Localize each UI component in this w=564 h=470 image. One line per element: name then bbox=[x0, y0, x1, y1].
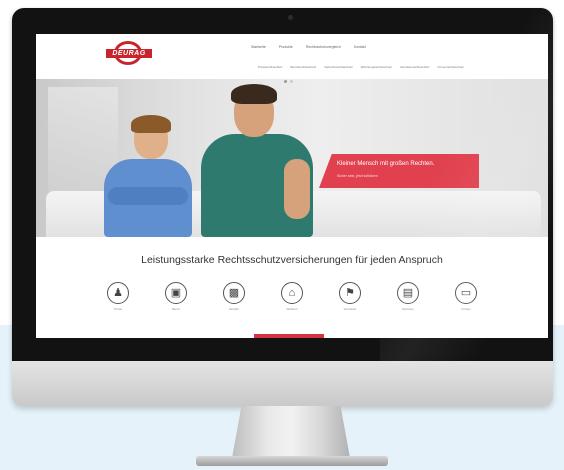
product-label: Wohnen bbox=[286, 307, 298, 311]
product-item-firmen[interactable]: ▭ Firmen bbox=[451, 282, 481, 311]
product-item-beruf[interactable]: ▣ Beruf bbox=[161, 282, 191, 311]
slider-dot[interactable] bbox=[290, 80, 293, 83]
logo-text: DEURAG bbox=[106, 49, 152, 58]
hero-man-hair bbox=[231, 84, 277, 104]
product-item-senioren[interactable]: ▤ Senioren bbox=[393, 282, 423, 311]
primary-nav: Startseite Produkte Rechtsschutzvergleic… bbox=[251, 45, 366, 49]
nav-item[interactable]: Produkte bbox=[279, 45, 293, 49]
product-label: Verkehr bbox=[228, 307, 240, 311]
deurag-logo[interactable]: DEURAG bbox=[106, 41, 152, 65]
product-item-vermieter[interactable]: ⚑ Vermieter bbox=[335, 282, 365, 311]
nav-item[interactable]: Rechtsschutzvergleich bbox=[306, 45, 341, 49]
promo-title: Kleiner Mensch mit großen Rechten. bbox=[337, 161, 435, 167]
product-item-verkehr[interactable]: ▩ Verkehr bbox=[219, 282, 249, 311]
vehicle-icon: ▭ bbox=[455, 282, 477, 304]
sub-nav-item[interactable]: Privatrechtsschutz bbox=[258, 65, 283, 69]
site-header: DEURAG Startseite Produkte Rechtsschutzv… bbox=[36, 34, 548, 80]
promo-subtitle: Sicher sein, jetzt schützen bbox=[337, 174, 378, 178]
product-label: Vermieter bbox=[343, 307, 357, 311]
document-icon: ▤ bbox=[397, 282, 419, 304]
monitor-chin bbox=[12, 361, 553, 406]
product-list: ♟ Privat ▣ Beruf ▩ Verkehr ⌂ Wohnen ⚑ Ve… bbox=[36, 282, 548, 311]
bottom-accent-bar bbox=[254, 334, 324, 338]
hero-boy-arms bbox=[108, 187, 188, 205]
secondary-nav: Privatrechtsschutz Berufsrechtsschutz Ve… bbox=[258, 65, 464, 69]
promo-banner[interactable]: Kleiner Mensch mit großen Rechten. Siche… bbox=[319, 154, 479, 188]
sub-nav-item[interactable]: Wohnungsrechtsschutz bbox=[361, 65, 392, 69]
sub-nav-item[interactable]: Firmenrechtsschutz bbox=[438, 65, 464, 69]
product-item-privat[interactable]: ♟ Privat bbox=[103, 282, 133, 311]
product-label: Senioren bbox=[401, 307, 414, 311]
section-title: Leistungsstarke Rechtsschutzversicherung… bbox=[141, 254, 443, 266]
nav-item[interactable]: Kontakt bbox=[354, 45, 366, 49]
house-icon: ⌂ bbox=[281, 282, 303, 304]
hero-boy-hair bbox=[131, 115, 171, 133]
nav-item[interactable]: Startseite bbox=[251, 45, 266, 49]
car-icon: ▩ bbox=[223, 282, 245, 304]
camera-icon bbox=[288, 15, 293, 20]
person-icon: ♟ bbox=[107, 282, 129, 304]
monitor-stand-base bbox=[196, 456, 388, 466]
slider-dot[interactable] bbox=[284, 80, 287, 83]
product-label: Privat bbox=[114, 307, 122, 311]
sub-nav-item[interactable]: Verkehrsrechtsschutz bbox=[324, 65, 353, 69]
sub-nav-item[interactable]: Vermieterrechtsschutz bbox=[400, 65, 430, 69]
product-label: Beruf bbox=[172, 307, 180, 311]
product-label: Firmen bbox=[461, 307, 471, 311]
monitor-icon: ▣ bbox=[165, 282, 187, 304]
key-icon: ⚑ bbox=[339, 282, 361, 304]
monitor-stand bbox=[232, 406, 350, 458]
product-item-wohnen[interactable]: ⌂ Wohnen bbox=[277, 282, 307, 311]
hero-man-arm bbox=[284, 159, 310, 219]
website-screen: DEURAG Startseite Produkte Rechtsschutzv… bbox=[36, 34, 548, 338]
hero-banner: Kleiner Mensch mit großen Rechten. Siche… bbox=[36, 79, 548, 237]
sub-nav-item[interactable]: Berufsrechtsschutz bbox=[291, 65, 317, 69]
